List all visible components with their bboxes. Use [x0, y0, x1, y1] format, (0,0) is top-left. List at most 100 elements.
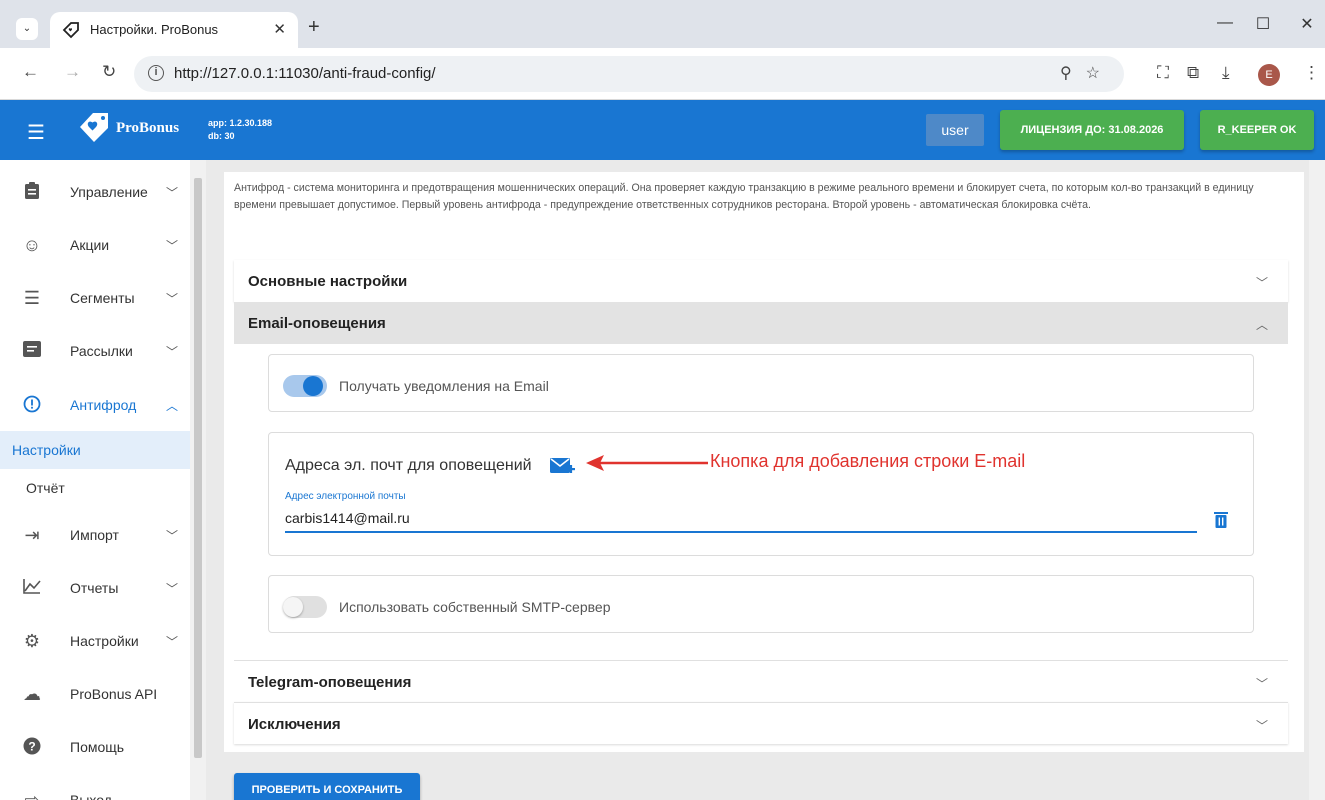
extensions-icon[interactable]: ⧉: [1187, 63, 1199, 83]
browser-tab[interactable]: Настройки. ProBonus ✕: [50, 12, 298, 48]
panel-title: Email-оповещения: [248, 315, 386, 332]
chevron-down-icon: ﹀: [166, 582, 179, 596]
app-version: app: 1.2.30.188: [208, 118, 273, 128]
sidebar-item-management[interactable]: Управление ﹀: [0, 172, 190, 212]
email-toggle-card: Получать уведомления на Email: [268, 354, 1254, 412]
user-button[interactable]: user: [926, 114, 984, 146]
sidebar-item-promotions[interactable]: ☺ Акции ﹀: [0, 225, 190, 265]
menu-dots-icon[interactable]: ⋮: [1303, 63, 1320, 83]
sidebar-item-segments[interactable]: ☰ Сегменты ﹀: [0, 278, 190, 318]
sidebar-item-label: Рассылки: [70, 343, 133, 359]
profile-avatar[interactable]: E: [1258, 64, 1280, 86]
forward-icon[interactable]: →: [64, 62, 81, 82]
chevron-down-icon: ﹀: [166, 635, 179, 649]
back-icon[interactable]: ←: [22, 62, 39, 82]
email-value[interactable]: carbis1414@mail.ru: [285, 510, 410, 526]
menu-icon[interactable]: ☰: [27, 120, 45, 145]
sidebar-item-api[interactable]: ☁ ProBonus API: [0, 674, 190, 714]
sidebar-item-label: Импорт: [70, 527, 119, 543]
minimize-icon[interactable]: —: [1210, 14, 1240, 32]
mail-list-icon: [22, 341, 42, 361]
smtp-toggle-card: Использовать собственный SMTP-сервер: [268, 575, 1254, 633]
sidebar-item-antifraud[interactable]: Антифрод ︿: [0, 385, 190, 425]
sidebar-item-label: Управление: [70, 184, 148, 200]
panel-telegram-notifications[interactable]: Telegram-оповещения ﹀: [234, 660, 1288, 702]
tab-search-icon[interactable]: ⌄: [16, 18, 38, 40]
screenshot-icon[interactable]: ⛶: [1157, 63, 1169, 83]
url-text[interactable]: http://127.0.0.1:11030/anti-fraud-config…: [174, 65, 436, 82]
version-info: app: 1.2.30.188 db: 30: [208, 117, 272, 143]
smtp-toggle-label: Использовать собственный SMTP-сервер: [339, 599, 611, 615]
addresses-title: Адреса эл. почт для оповещений: [285, 457, 532, 474]
help-icon: ?: [22, 737, 42, 757]
chevron-down-icon[interactable]: ﹀: [1256, 675, 1268, 692]
license-button[interactable]: ЛИЦЕНЗИЯ ДО: 31.08.2026: [1000, 110, 1184, 150]
sidebar-item-settings[interactable]: ⚙ Настройки ﹀: [0, 621, 190, 661]
antifraud-description: Антифрод - система мониторинга и предотв…: [234, 182, 1254, 211]
chevron-up-icon[interactable]: ︿: [1256, 316, 1268, 333]
smile-icon: ☺: [22, 235, 42, 255]
delete-icon[interactable]: [1213, 511, 1229, 529]
download-icon[interactable]: ⤓: [1222, 63, 1230, 83]
panel-basic-settings[interactable]: Основные настройки ﹀: [234, 260, 1288, 302]
annotation-text: Кнопка для добавления строки E-mail: [710, 451, 1026, 471]
sidebar-item-label: Помощь: [70, 739, 125, 755]
zoom-bookmark-icons[interactable]: ⚲☆: [1060, 63, 1114, 83]
sidebar-item-label: Антифрод: [70, 397, 137, 413]
sidebar-item-mailings[interactable]: Рассылки ﹀: [0, 331, 190, 371]
check-and-save-button[interactable]: ПРОВЕРИТЬ И СОХРАНИТЬ: [234, 773, 420, 800]
reload-icon[interactable]: ↻: [102, 62, 116, 82]
main-scrollbar[interactable]: [1309, 160, 1325, 800]
sidebar-item-reports[interactable]: Отчеты ﹀: [0, 568, 190, 608]
chevron-down-icon: ﹀: [166, 345, 179, 359]
sidebar-subitem-label: Настройки: [12, 442, 81, 458]
sidebar-item-import[interactable]: ⇥ Импорт ﹀: [0, 515, 190, 555]
email-toggle-knob[interactable]: [303, 376, 323, 396]
clipboard-icon: [22, 182, 42, 202]
chart-icon: [22, 578, 42, 598]
logo-text: ProBonus: [116, 120, 180, 136]
sidebar-item-exit[interactable]: ⇨ Выход: [0, 780, 190, 800]
sidebar-item-help[interactable]: ? Помощь: [0, 727, 190, 767]
panel-exclusions[interactable]: Исключения ﹀: [234, 702, 1288, 744]
chevron-down-icon[interactable]: ﹀: [1256, 717, 1268, 734]
sidebar-subitem-label: Отчёт: [26, 480, 65, 496]
sidebar-subitem-report[interactable]: Отчёт: [0, 469, 190, 507]
sidebar-subitem-settings[interactable]: Настройки: [0, 431, 190, 469]
chevron-down-icon: ﹀: [166, 186, 179, 200]
new-tab-icon[interactable]: +: [308, 16, 320, 39]
sidebar-item-label: Настройки: [70, 633, 139, 649]
rkeeper-status-button[interactable]: R_KEEPER OK: [1200, 110, 1314, 150]
import-icon: ⇥: [24, 525, 40, 545]
probonus-logo-icon: [80, 113, 108, 142]
email-field[interactable]: carbis1414@mail.ru: [285, 507, 1197, 533]
add-email-icon[interactable]: [549, 455, 575, 479]
smtp-toggle-knob[interactable]: [283, 597, 303, 617]
chevron-down-icon[interactable]: ﹀: [1256, 274, 1268, 291]
email-field-label: Адрес электронной почты: [285, 491, 406, 502]
panel-title: Основные настройки: [248, 273, 408, 290]
list-icon: ☰: [23, 288, 41, 308]
panel-title: Telegram-оповещения: [248, 674, 412, 691]
panel-email-notifications[interactable]: Email-оповещения ︿: [234, 302, 1288, 344]
svg-text:?: ?: [28, 740, 35, 754]
cloud-icon: ☁: [23, 684, 41, 704]
db-version: db: 30: [208, 131, 235, 141]
sidebar-scrollbar-thumb[interactable]: [194, 178, 202, 758]
tab-close-icon[interactable]: ✕: [273, 20, 286, 38]
annotation-arrow-icon: [586, 455, 708, 471]
site-info-icon[interactable]: i: [148, 65, 164, 81]
alert-icon: [22, 395, 42, 415]
maximize-icon[interactable]: ☐: [1248, 14, 1278, 34]
sidebar-item-label: Сегменты: [70, 290, 135, 306]
sidebar-item-label: ProBonus API: [70, 686, 158, 702]
tab-title: Настройки. ProBonus: [90, 22, 219, 37]
chevron-up-icon: ︿: [166, 399, 179, 413]
exit-icon: ⇨: [24, 790, 40, 800]
sidebar-item-label: Акции: [70, 237, 110, 253]
url-field[interactable]: i http://127.0.0.1:11030/anti-fraud-conf…: [134, 56, 1124, 92]
chevron-down-icon: ﹀: [166, 529, 179, 543]
sidebar-item-label: Отчеты: [70, 580, 119, 596]
close-window-icon[interactable]: ✕: [1292, 14, 1322, 34]
email-toggle-label: Получать уведомления на Email: [339, 378, 549, 394]
